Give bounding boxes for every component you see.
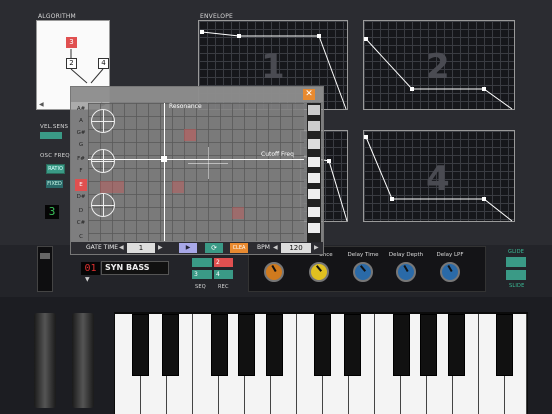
fx-knob-5-delay-lpf[interactable] [440,262,460,282]
black-key[interactable] [420,314,437,376]
overlay-titlebar [71,87,323,102]
bpm-value[interactable]: 120 [281,243,311,253]
sequencer-grid[interactable] [88,103,304,241]
seq-button-a[interactable] [192,258,212,267]
seq-step[interactable] [184,129,196,141]
loop-button[interactable]: ⟳ [205,243,223,253]
bpm-decrement-icon[interactable]: ◀ [273,244,278,251]
note-label: G# [76,130,86,136]
glide-label: GLIDE [508,249,525,255]
note-label: E [75,179,87,191]
fx-knob-4-delay-depth[interactable] [396,262,416,282]
pitch-wheel[interactable] [34,313,56,408]
black-key[interactable] [211,314,228,376]
note-label: A# [76,106,86,112]
seq-step[interactable] [172,181,184,193]
bpm-label: BPM [257,244,270,251]
preset-number: 01 [81,262,100,275]
circle-control-2[interactable] [91,149,115,173]
seq-button-4[interactable]: 4 [214,270,233,279]
vel-sens-slider[interactable] [40,132,62,139]
bpm-increment-icon[interactable]: ▶ [314,244,319,251]
vel-sens-label: VEL.SENS [40,124,69,130]
resonance-label: Resonance [169,103,202,110]
fx-knob-3-delay-time[interactable] [353,262,373,282]
cutoff-line [88,159,304,160]
resonance-line [164,103,165,241]
note-label: G [78,142,84,148]
note-label: F [79,168,83,174]
operator-3[interactable]: 3 [66,37,77,48]
xy-handle[interactable] [161,156,167,162]
black-key[interactable] [314,314,331,376]
sequencer-overlay: ✕ A# A G# G F# F E D# D C# C Resonance C… [70,86,324,255]
close-icon[interactable]: ✕ [303,89,315,100]
note-label: D [78,208,84,214]
seq-button-3[interactable]: 3 [192,270,212,279]
gate-time-label: GATE TIME [86,244,119,251]
black-key[interactable] [238,314,255,376]
note-label: F# [77,156,85,162]
fx-knob-label-4: Delay Depth [388,252,424,258]
algorithm-label: ALGORITHM [38,13,76,20]
envelope-2-curve [364,37,513,110]
seq-step[interactable] [232,207,244,219]
fx-knob-label-5: Delay LPF [436,252,464,258]
black-key[interactable] [448,314,465,376]
operator-4[interactable]: 4 [98,58,109,69]
step-column-right [307,103,321,243]
osc-freq-label: OSC FREQ [40,153,70,159]
circle-control-1[interactable] [91,109,115,133]
seq-step[interactable] [100,181,124,193]
envelope-4[interactable]: 4 [363,130,515,222]
note-label: D# [76,194,86,200]
slide-label: SLIDE [509,283,525,289]
play-button[interactable]: ▶ [179,243,197,253]
envelope-4-curve [364,135,513,222]
ratio-button[interactable]: RATIO [46,164,65,174]
seq-label: SEQ [195,284,206,290]
note-label: C# [76,220,86,226]
clear-button[interactable]: CLEA [230,243,248,253]
mod-wheel[interactable] [72,313,94,408]
fx-knob-2[interactable] [309,262,329,282]
black-key[interactable] [344,314,361,376]
preset-name[interactable]: SYN BASS [101,261,169,275]
black-key[interactable] [496,314,513,376]
op-digit-display: 3 [45,205,59,219]
cutoff-label: Cutoff Freq [261,151,294,158]
circle-control-3[interactable] [91,193,115,217]
black-key[interactable] [266,314,283,376]
black-key[interactable] [162,314,179,376]
preset-dropdown-icon[interactable]: ▼ [85,276,90,283]
fx-knob-1[interactable] [264,262,284,282]
glide-toggle[interactable] [506,257,526,267]
gate-time-increment-icon[interactable]: ▶ [158,244,163,251]
envelope-label: ENVELOPE [200,13,234,20]
volume-slider[interactable] [37,246,53,292]
slide-toggle[interactable] [506,270,526,280]
fx-knob-label-3: Delay Time [347,252,379,258]
black-key[interactable] [393,314,410,376]
note-label: A [79,118,83,124]
xy-crosshair-v [208,147,209,179]
gate-time-decrement-icon[interactable]: ◀ [119,244,124,251]
prev-algorithm-icon[interactable]: ◀ [39,101,44,108]
black-key[interactable] [132,314,149,376]
gate-time-value[interactable]: 1 [127,243,155,253]
rec-label: REC [218,284,229,290]
note-column: A# A G# G F# F E D# D C# C [75,103,88,243]
seq-button-2[interactable]: 2 [214,258,233,267]
operator-2[interactable]: 2 [66,58,77,69]
envelope-2[interactable]: 2 [363,20,515,110]
fixed-button[interactable]: FIXED [46,180,63,188]
